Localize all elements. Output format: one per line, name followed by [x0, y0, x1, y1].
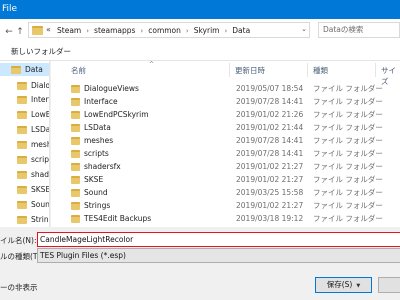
folder-icon — [71, 188, 80, 197]
table-row[interactable]: DialogueViews 2019/05/07 18:54 ファイル フォルダー — [71, 82, 400, 95]
folder-icon — [71, 110, 80, 119]
column-divider[interactable] — [375, 63, 376, 77]
back-arrow-icon[interactable]: ← — [4, 27, 14, 37]
dialog-footer: イル名(N): CandleMageLightRecolor ルの種類(T): … — [0, 227, 400, 300]
table-row[interactable]: meshes 2019/07/28 14:41 ファイル フォルダー — [71, 134, 400, 147]
table-row[interactable]: scripts 2019/07/28 14:41 ファイル フォルダー — [71, 147, 400, 160]
column-divider[interactable] — [229, 63, 230, 77]
address-bar[interactable]: « Steam › steamapps › common › Skyrim › Data… — [28, 22, 310, 38]
column-header-type[interactable]: 種類 — [313, 65, 328, 76]
up-arrow-icon[interactable]: ↑ — [15, 27, 25, 37]
nav-item-sound[interactable]: Sound — [0, 198, 49, 211]
table-row[interactable]: LowEndPCSkyrim 2019/01/02 21:26 ファイル フォルダー — [71, 108, 400, 121]
title-bar: File — [0, 0, 400, 19]
breadcrumb-steam[interactable]: Steam › — [57, 26, 94, 35]
folder-icon — [71, 214, 80, 223]
nav-item-shadersfx[interactable]: shader — [0, 168, 49, 181]
file-list: ^ 名前 更新日時 種類 サイズ DialogueViews 2019/05/07… — [51, 61, 400, 227]
nav-item-dialogueviews[interactable]: Dialog — [0, 79, 49, 92]
navigation-pane: Data Dialog Interfa LowEnd LSData meshe … — [0, 61, 50, 227]
nav-item-skse[interactable]: SKSE — [0, 183, 49, 196]
column-header-name[interactable]: 名前 — [71, 65, 86, 76]
folder-icon — [71, 136, 80, 145]
toolbar: 新しいフォルダー — [0, 43, 400, 61]
folder-icon — [11, 65, 21, 74]
folder-icon — [17, 125, 27, 134]
folder-icon — [71, 123, 80, 132]
breadcrumb-skyrim[interactable]: Skyrim › — [194, 26, 233, 35]
breadcrumb-common[interactable]: common › — [148, 26, 193, 35]
nav-item-meshes[interactable]: meshe — [0, 138, 49, 151]
chevron-down-icon[interactable]: ⌄ — [301, 25, 307, 33]
chevron-right-icon[interactable]: › — [224, 27, 227, 35]
nav-item-scripts[interactable]: scripts — [0, 153, 49, 166]
table-row[interactable]: LSData 2019/01/02 21:44 ファイル フォルダー — [71, 121, 400, 134]
nav-item-strings[interactable]: String — [0, 213, 49, 226]
address-row: ← ↑ « Steam › steamapps › common › Skyrim › … — [0, 19, 400, 43]
chevron-right-icon[interactable]: › — [140, 27, 143, 35]
folder-icon — [17, 185, 27, 194]
folder-icon — [71, 84, 80, 93]
search-input[interactable]: Dataの検索 — [318, 22, 400, 38]
table-row[interactable]: Sound 2019/03/25 15:58 ファイル フォルダー — [71, 186, 400, 199]
column-divider[interactable] — [307, 63, 308, 77]
folder-icon — [71, 175, 80, 184]
window-title: File — [2, 4, 18, 14]
folder-icon — [32, 26, 43, 35]
breadcrumb-data[interactable]: Data — [232, 26, 250, 35]
filetype-select[interactable]: TES Plugin Files (*.esp) — [37, 248, 400, 263]
chevron-right-icon[interactable]: › — [86, 27, 89, 35]
table-row[interactable]: shadersfx 2019/01/02 21:27 ファイル フォルダー — [71, 160, 400, 173]
filename-field[interactable]: CandleMageLightRecolor — [37, 232, 400, 247]
folder-icon — [71, 149, 80, 158]
cancel-button[interactable] — [378, 277, 400, 293]
folder-icon — [17, 200, 27, 209]
sort-up-icon: ^ — [149, 61, 155, 68]
folder-icon — [17, 81, 27, 90]
table-row[interactable]: Interface 2019/07/28 14:41 ファイル フォルダー — [71, 95, 400, 108]
folder-icon — [17, 215, 27, 224]
breadcrumb-steamapps[interactable]: steamapps › — [94, 26, 148, 35]
chevron-right-icon[interactable]: › — [186, 27, 189, 35]
nav-item-data[interactable]: Data — [0, 63, 49, 76]
table-row[interactable]: SKSE 2019/01/02 21:27 ファイル フォルダー — [71, 173, 400, 186]
new-folder-button[interactable]: 新しいフォルダー — [11, 46, 71, 57]
breadcrumb: Steam › steamapps › common › Skyrim › Data — [57, 26, 250, 35]
nav-item-interface[interactable]: Interfa — [0, 93, 49, 106]
hide-folders-toggle[interactable]: ーの非表示 — [0, 282, 38, 293]
chevron-down-icon[interactable]: ▼ — [356, 283, 360, 289]
filename-label: イル名(N): — [0, 236, 37, 245]
breadcrumb-overflow[interactable]: « — [46, 25, 51, 34]
nav-item-lsdata[interactable]: LSData — [0, 123, 49, 136]
column-header-date[interactable]: 更新日時 — [235, 65, 265, 76]
folder-icon — [71, 162, 80, 171]
folder-icon — [71, 201, 80, 210]
folder-icon — [17, 170, 27, 179]
table-row[interactable]: TES4Edit Backups 2019/03/18 19:12 ファイル フォル… — [71, 212, 400, 225]
folder-icon — [17, 95, 27, 104]
save-button[interactable]: 保存(S) ▼ — [315, 277, 372, 293]
folder-icon — [17, 155, 27, 164]
folder-icon — [71, 97, 80, 106]
folder-icon — [17, 110, 27, 119]
nav-item-lowend[interactable]: LowEnd — [0, 108, 49, 121]
folder-icon — [17, 140, 27, 149]
table-row[interactable]: Strings 2019/01/02 21:27 ファイル フォルダー — [71, 199, 400, 212]
